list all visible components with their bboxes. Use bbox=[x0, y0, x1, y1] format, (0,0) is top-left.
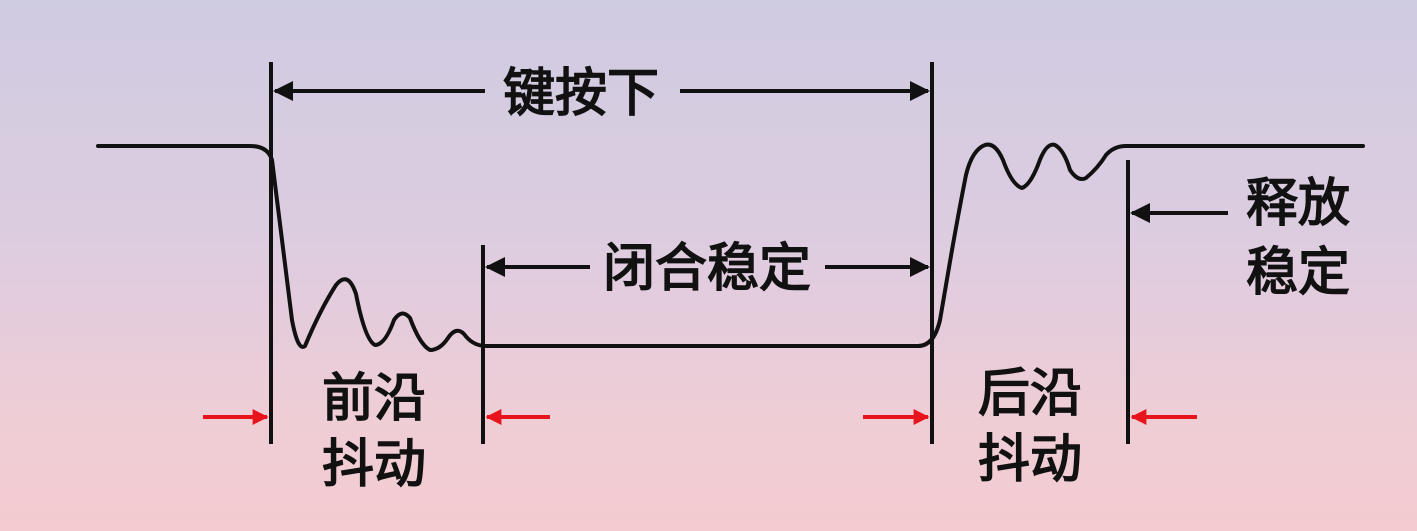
trailing-edge-label-line1: 后沿 bbox=[978, 364, 1082, 424]
key-bounce-diagram: 键按下 闭合稳定 释放 稳定 前沿 抖动 后沿 抖动 bbox=[96, 62, 1365, 495]
trailing-edge-label-line2: 抖动 bbox=[978, 430, 1082, 490]
release-stable-label-line2: 稳定 bbox=[1246, 243, 1350, 303]
leading-edge-label-line2: 抖动 bbox=[322, 435, 426, 495]
release-stable-label-line1: 释放 bbox=[1246, 174, 1350, 234]
leading-edge-label-line1: 前沿 bbox=[322, 369, 426, 429]
key-pressed-label: 键按下 bbox=[503, 64, 659, 124]
closed-stable-label: 闭合稳定 bbox=[603, 239, 811, 299]
